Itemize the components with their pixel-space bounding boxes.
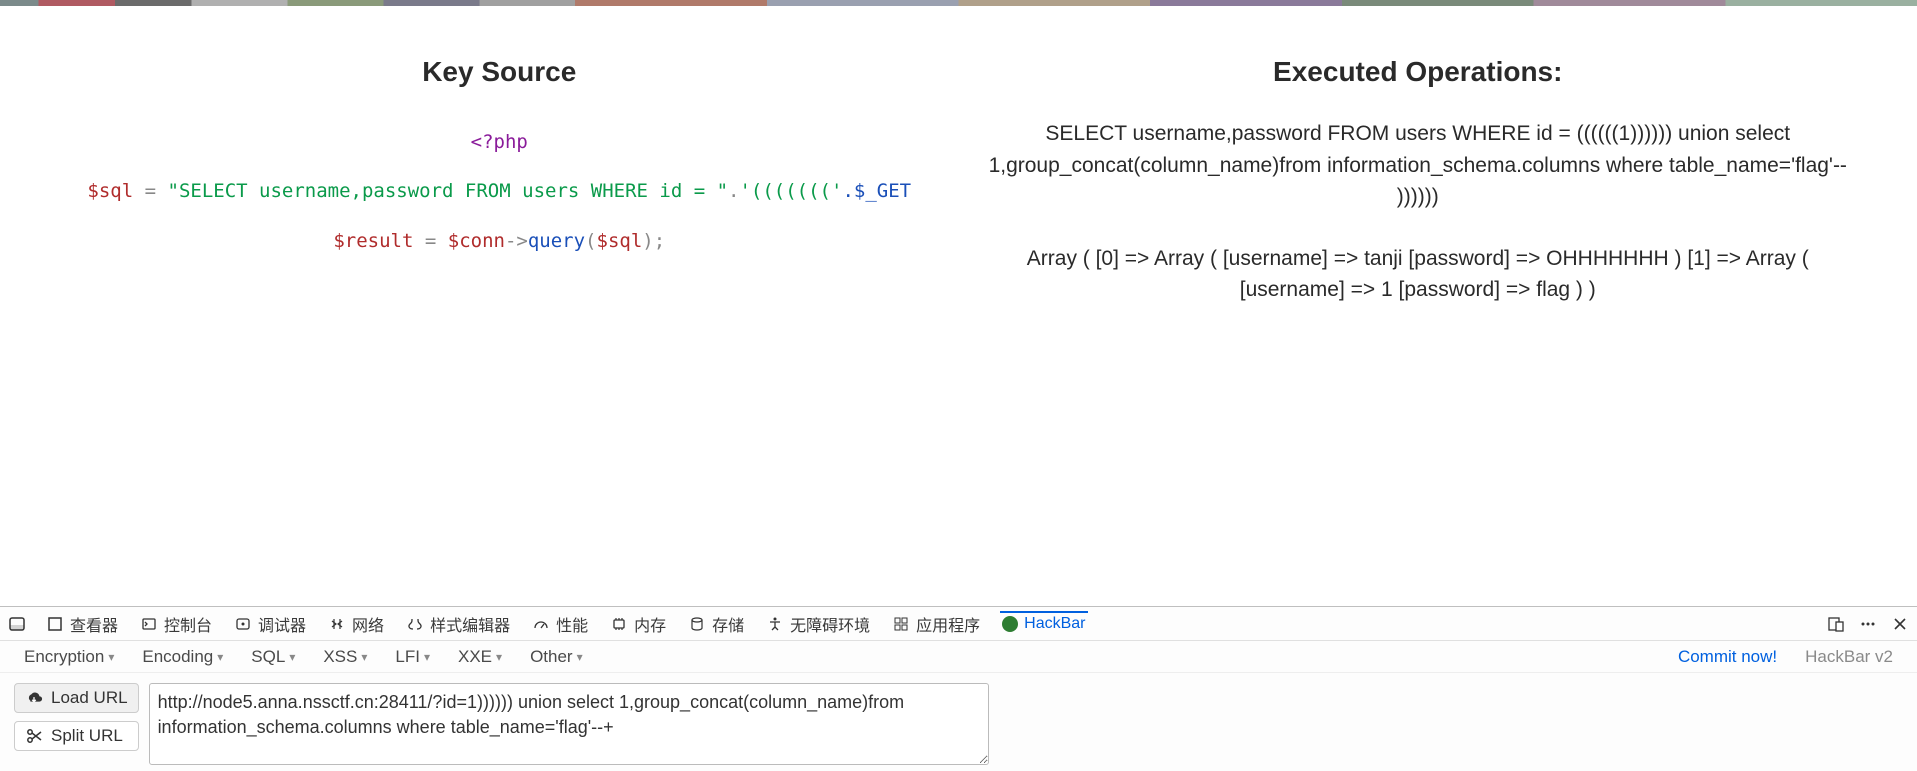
commit-link[interactable]: Commit now! xyxy=(1678,647,1777,667)
tab-hackbar-label: HackBar xyxy=(1024,615,1085,633)
load-url-label: Load URL xyxy=(51,688,128,708)
menu-xss[interactable]: XSS ▾ xyxy=(323,647,367,667)
menu-sql[interactable]: SQL ▾ xyxy=(251,647,295,667)
menu-encoding-label: Encoding xyxy=(142,647,213,667)
menu-lfi-label: LFI xyxy=(395,647,420,667)
split-url-button[interactable]: Split URL xyxy=(14,721,139,751)
arg-sql: $sql xyxy=(597,230,643,252)
php-open-tag: <?php xyxy=(471,131,528,153)
hackbar-icon xyxy=(1002,616,1018,632)
hackbar-url-row: Load URL Split URL xyxy=(0,673,1917,771)
split-url-label: Split URL xyxy=(51,726,123,746)
menu-other[interactable]: Other ▾ xyxy=(530,647,583,667)
menu-xxe-label: XXE xyxy=(458,647,492,667)
executed-text: SELECT username,password FROM users WHER… xyxy=(989,118,1848,306)
close-icon[interactable] xyxy=(1891,615,1909,633)
paren-open: ( xyxy=(585,230,596,252)
caret-icon: ▾ xyxy=(108,650,114,664)
tab-debugger[interactable]: 调试器 xyxy=(232,608,308,640)
cloud-download-icon xyxy=(25,689,43,707)
left-column: Key Source <?php $sql = "SELECT username… xyxy=(40,56,959,336)
tab-inspector-label: 查看器 xyxy=(70,612,118,636)
code-block: <?php $sql = "SELECT username,password F… xyxy=(70,118,929,266)
dock-icon[interactable] xyxy=(8,615,26,633)
storage-icon xyxy=(688,615,706,633)
menu-encryption-label: Encryption xyxy=(24,647,104,667)
op-arrow: -> xyxy=(505,230,528,252)
caret-icon: ▾ xyxy=(496,650,502,664)
var-conn: $conn xyxy=(448,230,505,252)
menu-xss-label: XSS xyxy=(323,647,357,667)
perf-icon xyxy=(532,615,550,633)
fn-query: query xyxy=(528,230,585,252)
paren-string: '(((((((' xyxy=(739,180,842,202)
caret-icon: ▾ xyxy=(217,650,223,664)
a11y-icon xyxy=(766,615,784,633)
debugger-icon xyxy=(234,615,252,633)
menu-xxe[interactable]: XXE ▾ xyxy=(458,647,502,667)
sql-string: "SELECT username,password FROM users WHE… xyxy=(168,180,729,202)
right-column: Executed Operations: SELECT username,pas… xyxy=(959,56,1878,336)
tab-memory[interactable]: 内存 xyxy=(608,608,668,640)
devtools-panel: 查看器 控制台 调试器 网络 样式编辑器 性能 xyxy=(0,606,1917,771)
caret-icon: ▾ xyxy=(577,650,583,664)
menu-other-label: Other xyxy=(530,647,573,667)
menu-lfi[interactable]: LFI ▾ xyxy=(395,647,430,667)
tab-accessibility[interactable]: 无障碍环境 xyxy=(764,608,872,640)
tab-storage[interactable]: 存储 xyxy=(686,608,746,640)
tab-network[interactable]: 网络 xyxy=(326,608,386,640)
network-icon xyxy=(328,615,346,633)
tab-application[interactable]: 应用程序 xyxy=(890,608,982,640)
var-result: $result xyxy=(333,230,413,252)
devtools-tabstrip: 查看器 控制台 调试器 网络 样式编辑器 性能 xyxy=(0,607,1917,641)
menu-encoding[interactable]: Encoding ▾ xyxy=(142,647,223,667)
tab-console[interactable]: 控制台 xyxy=(138,608,214,640)
tab-style[interactable]: 样式编辑器 xyxy=(404,608,512,640)
tab-performance-label: 性能 xyxy=(556,612,588,636)
style-icon xyxy=(406,615,424,633)
executed-title: Executed Operations: xyxy=(989,56,1848,88)
menu-encryption[interactable]: Encryption ▾ xyxy=(24,647,114,667)
var-sql: $sql xyxy=(87,180,133,202)
tab-application-label: 应用程序 xyxy=(916,612,980,636)
hackbar-menus: Encryption ▾ Encoding ▾ SQL ▾ XSS ▾ LFI … xyxy=(0,641,1917,673)
load-url-button[interactable]: Load URL xyxy=(14,683,139,713)
paren-close: ); xyxy=(642,230,665,252)
tab-debugger-label: 调试器 xyxy=(258,612,306,636)
tab-hackbar[interactable]: HackBar xyxy=(1000,611,1087,637)
tab-network-label: 网络 xyxy=(352,612,384,636)
executed-result: Array ( [0] => Array ( [username] => tan… xyxy=(989,243,1848,306)
memory-icon xyxy=(610,615,628,633)
var-get: .$_GET xyxy=(842,180,911,202)
url-input[interactable] xyxy=(149,683,989,765)
op-eq: = xyxy=(133,180,167,202)
menu-sql-label: SQL xyxy=(251,647,285,667)
app-icon xyxy=(892,615,910,633)
tab-memory-label: 内存 xyxy=(634,612,666,636)
tab-performance[interactable]: 性能 xyxy=(530,608,590,640)
more-icon[interactable] xyxy=(1859,615,1877,633)
key-source-title: Key Source xyxy=(70,56,929,88)
executed-query: SELECT username,password FROM users WHER… xyxy=(989,118,1848,213)
tab-style-label: 样式编辑器 xyxy=(430,612,510,636)
caret-icon: ▾ xyxy=(424,650,430,664)
caret-icon: ▾ xyxy=(289,650,295,664)
op-dot: . xyxy=(728,180,739,202)
console-icon xyxy=(140,615,158,633)
tab-console-label: 控制台 xyxy=(164,612,212,636)
op-eq2: = xyxy=(413,230,447,252)
main-content: Key Source <?php $sql = "SELECT username… xyxy=(0,6,1917,336)
tab-accessibility-label: 无障碍环境 xyxy=(790,612,870,636)
tab-storage-label: 存储 xyxy=(712,612,744,636)
tab-inspector[interactable]: 查看器 xyxy=(44,608,120,640)
inspector-icon xyxy=(46,615,64,633)
hackbar-version: HackBar v2 xyxy=(1805,647,1893,667)
responsive-icon[interactable] xyxy=(1827,615,1845,633)
caret-icon: ▾ xyxy=(361,650,367,664)
scissors-icon xyxy=(25,727,43,745)
